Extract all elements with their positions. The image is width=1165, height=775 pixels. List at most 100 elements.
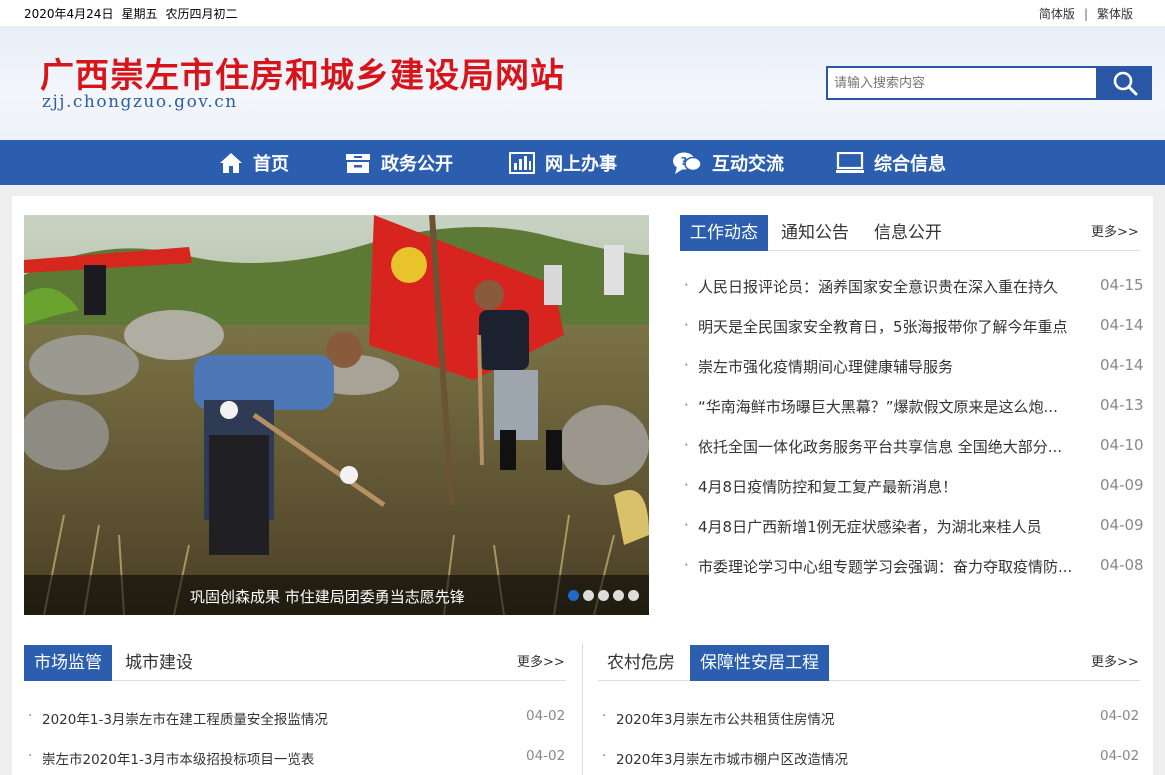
slider-photo[interactable] [24,215,649,615]
slider-dot-4[interactable] [613,590,624,601]
slider-dot-1[interactable] [568,590,579,601]
slider-dot-2[interactable] [583,590,594,601]
news-tabs: 工作动态 通知公告 信息公开 更多>> [680,215,1140,251]
chat-icon: ? [673,152,702,174]
slider-caption: 巩固创森成果 市住建局团委勇当志愿先锋 [24,575,649,615]
news-title[interactable]: “华南海鲜市场曝巨大黑幕？”爆款假文原来是这么炮... [698,396,1094,417]
news-title[interactable]: 崇左市强化疫情期间心理健康辅导服务 [698,356,1094,377]
simplified-link[interactable]: 简体版 [1039,7,1075,21]
site-title[interactable]: 广西崇左市住房和城乡建设局网站 [40,48,565,97]
news-date: 04-15 [1100,276,1144,294]
archive-icon [346,153,370,173]
news-title[interactable]: 市委理论学习中心组专题学习会强调：奋力夺取疫情防... [698,556,1094,577]
list-item-date: 04-02 [526,708,566,724]
tab-urban-construction[interactable]: 城市建设 [125,645,193,681]
list-item-date: 04-02 [1100,748,1140,764]
list-item-title[interactable]: 2020年1-3月崇左市在建工程质量安全报监情况 [42,708,328,728]
nav-label: 首页 [253,153,289,175]
bullet: · [684,276,689,294]
market-list: · 2020年1-3月崇左市在建工程质量安全报监情况 04-02 · 崇左市20… [28,708,566,768]
bullet: · [684,396,689,414]
tab-work-news[interactable]: 工作动态 [680,215,768,251]
housing-tabs: 农村危房 保障性安居工程 更多>> [598,645,1140,681]
lunar-date-text: 农历四月初二 [165,7,238,21]
news-title[interactable]: 人民日报评论员：涵养国家安全意识贵在深入重在持久 [698,276,1094,297]
tab-rural-dilapidated[interactable]: 农村危房 [607,645,675,681]
nav-item-online-service[interactable]: 网上办事 [509,140,617,185]
tab-notices[interactable]: 通知公告 [781,215,849,251]
search-icon [1113,71,1138,96]
slider-dots [564,590,639,601]
list-item[interactable]: · 2020年3月崇左市公共租赁住房情况 04-02 [602,708,1140,728]
news-item[interactable]: · 市委理论学习中心组专题学习会强调：奋力夺取疫情防... 04-08 [684,556,1144,578]
section-divider [582,643,583,775]
news-item[interactable]: · “华南海鲜市场曝巨大黑幕？”爆款假文原来是这么炮... 04-13 [684,396,1144,418]
list-item-date: 04-02 [1100,708,1140,724]
bullet: · [684,556,689,574]
traditional-link[interactable]: 繁体版 [1097,7,1133,21]
news-title[interactable]: 依托全国一体化政务服务平台共享信息 全国绝大部分... [698,436,1094,457]
bullet: · [602,748,607,764]
list-item[interactable]: · 崇左市2020年1-3月市本级招投标项目一览表 04-02 [28,748,566,768]
nav-label: 网上办事 [545,153,617,175]
list-item[interactable]: · 2020年3月崇左市城市棚户区改造情况 04-02 [602,748,1140,768]
list-item-title[interactable]: 崇左市2020年1-3月市本级招投标项目一览表 [42,748,314,768]
bullet: · [684,356,689,374]
bullet: · [28,708,33,724]
search-input[interactable] [826,66,1098,100]
bullet: · [684,436,689,454]
housing-list: · 2020年3月崇左市公共租赁住房情况 04-02 · 2020年3月崇左市城… [602,708,1140,768]
tab-market-supervision[interactable]: 市场监管 [24,645,112,681]
nav-item-general-info[interactable]: 综合信息 [836,140,946,185]
bullet: · [684,516,689,534]
bar-chart-icon [509,151,535,174]
slider-caption-text[interactable]: 巩固创森成果 市住建局团委勇当志愿先锋 [190,586,465,607]
market-tabs: 市场监管 城市建设 更多>> [24,645,566,681]
nav-item-home[interactable]: 首页 [219,140,289,185]
list-item-date: 04-02 [526,748,566,764]
slider-dot-3[interactable] [598,590,609,601]
site-domain: zjj.chongzuo.gov.cn [42,92,238,112]
bullet: · [684,476,689,494]
nav-item-interaction[interactable]: ? 互动交流 [672,140,784,185]
list-item-title[interactable]: 2020年3月崇左市公共租赁住房情况 [616,708,834,728]
tab-affordable-housing[interactable]: 保障性安居工程 [690,645,829,681]
monitor-icon [836,151,864,173]
tab-info-disclosure[interactable]: 信息公开 [874,215,942,251]
weekday-text: 星期五 [121,7,158,21]
nav-label: 综合信息 [874,153,946,175]
top-bar: 2020年4月24日 星期五 农历四月初二 简体版 | 繁体版 [0,0,1165,26]
news-date: 04-14 [1100,316,1144,334]
news-item[interactable]: · 4月8日广西新增1例无症状感染者，为湖北来桂人员 04-09 [684,516,1144,538]
news-item[interactable]: · 4月8日疫情防控和复工复产最新消息！ 04-09 [684,476,1144,498]
news-date: 04-10 [1100,436,1144,454]
nav-item-government[interactable]: 政务公开 [345,140,453,185]
news-item[interactable]: · 明天是全民国家安全教育日，5张海报带你了解今年重点 04-14 [684,316,1144,338]
language-separator: | [1083,7,1088,21]
current-date: 2020年4月24日 星期五 农历四月初二 [24,5,245,22]
news-list: · 人民日报评论员：涵养国家安全意识贵在深入重在持久 04-15 · 明天是全民… [684,276,1144,596]
search-button[interactable] [1098,66,1152,100]
news-item[interactable]: · 人民日报评论员：涵养国家安全意识贵在深入重在持久 04-15 [684,276,1144,298]
news-item[interactable]: · 崇左市强化疫情期间心理健康辅导服务 04-14 [684,356,1144,378]
news-item[interactable]: · 依托全国一体化政务服务平台共享信息 全国绝大部分... 04-10 [684,436,1144,458]
language-switch: 简体版 | 繁体版 [1039,5,1133,22]
nav-label: 政务公开 [381,153,453,175]
list-item-title[interactable]: 2020年3月崇左市城市棚户区改造情况 [616,748,848,768]
main-content: 巩固创森成果 市住建局团委勇当志愿先锋 工作动态 通知公告 信息公开 更多>> … [12,196,1153,775]
news-date: 04-09 [1100,516,1144,534]
news-title[interactable]: 明天是全民国家安全教育日，5张海报带你了解今年重点 [698,316,1094,337]
date-text: 2020年4月24日 [24,7,114,21]
news-date: 04-13 [1100,396,1144,414]
housing-more-link[interactable]: 更多>> [1091,651,1139,670]
bullet: · [684,316,689,334]
image-slider[interactable]: 巩固创森成果 市住建局团委勇当志愿先锋 [24,215,649,615]
market-more-link[interactable]: 更多>> [517,651,565,670]
site-header: 广西崇左市住房和城乡建设局网站 zjj.chongzuo.gov.cn [0,26,1165,140]
slider-dot-5[interactable] [628,590,639,601]
news-more-link[interactable]: 更多>> [1091,221,1139,240]
home-icon [220,152,242,173]
news-title[interactable]: 4月8日疫情防控和复工复产最新消息！ [698,476,1094,497]
list-item[interactable]: · 2020年1-3月崇左市在建工程质量安全报监情况 04-02 [28,708,566,728]
news-title[interactable]: 4月8日广西新增1例无症状感染者，为湖北来桂人员 [698,516,1094,537]
